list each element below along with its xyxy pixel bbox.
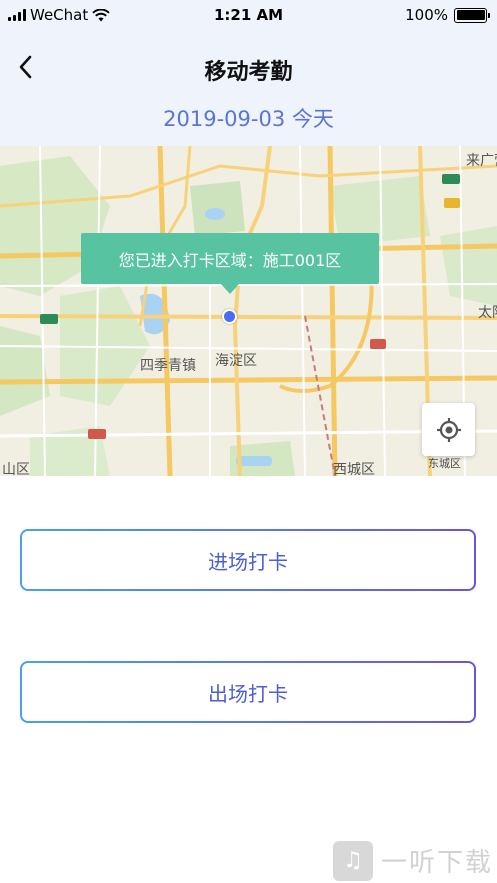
- date-label: 2019-09-03 今天: [163, 107, 334, 131]
- checkin-zone-tooltip: 您已进入打卡区域：施工001区: [81, 233, 379, 294]
- nav-bar: 移动考勤: [0, 44, 497, 94]
- map-label-dongcheng: 东城区: [428, 457, 461, 470]
- watermark: ♫ 一听下载: [332, 838, 497, 883]
- check-in-button[interactable]: 进场打卡: [20, 529, 476, 591]
- page-title: 移动考勤: [204, 60, 293, 85]
- map-label-xicheng: 西城区: [333, 462, 375, 476]
- battery-percent: 100%: [405, 6, 448, 24]
- watermark-logo-icon: ♫: [332, 840, 373, 881]
- status-bar: WeChat 1:21 AM 100%: [0, 0, 497, 30]
- header-area: WeChat 1:21 AM 100% 移动考勤 2019-09-03 今天: [0, 0, 497, 146]
- battery-icon: [454, 7, 490, 23]
- watermark-text: 一听下载: [380, 848, 493, 878]
- check-out-button[interactable]: 出场打卡: [20, 661, 476, 723]
- locate-button[interactable]: [422, 403, 475, 456]
- map-label-taiyang: 太阳: [478, 305, 497, 321]
- map-label-laiguang: 来广营: [466, 153, 497, 169]
- current-location-dot: [222, 309, 237, 324]
- crosshair-icon: [436, 417, 461, 442]
- map-label-shanqu: 山区: [2, 462, 30, 476]
- map-label-sijiqing: 四季青镇: [140, 358, 196, 374]
- map-label-haidian: 海淀区: [215, 353, 257, 369]
